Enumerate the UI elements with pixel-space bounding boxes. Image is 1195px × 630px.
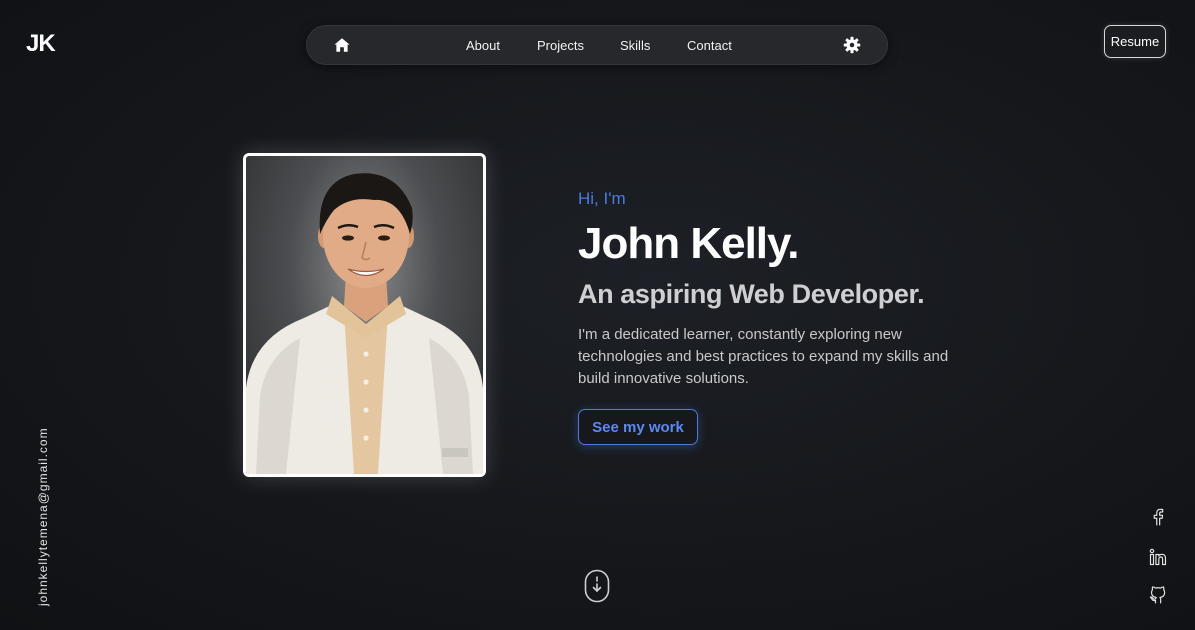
- nav-link-contact[interactable]: Contact: [687, 38, 732, 53]
- main-navbar: About Projects Skills Contact: [306, 25, 888, 65]
- email-link[interactable]: johnkellytemena@gmail.com: [36, 427, 50, 606]
- home-icon[interactable]: [333, 36, 351, 54]
- gear-icon[interactable]: [843, 36, 861, 54]
- nav-link-about[interactable]: About: [466, 38, 500, 53]
- hero-name: John Kelly.: [578, 219, 799, 268]
- resume-button[interactable]: Resume: [1104, 25, 1166, 58]
- site-logo[interactable]: JK: [26, 30, 56, 58]
- github-icon[interactable]: [1148, 585, 1168, 605]
- hero-role: An aspiring Web Developer.: [578, 279, 925, 309]
- linkedin-icon[interactable]: [1148, 547, 1168, 567]
- mouse-scroll-icon[interactable]: [584, 569, 610, 608]
- profile-photo: [243, 153, 486, 477]
- hero-greeting: Hi, I'm: [578, 189, 626, 208]
- nav-link-projects[interactable]: Projects: [537, 38, 584, 53]
- nav-link-skills[interactable]: Skills: [620, 38, 650, 53]
- see-my-work-button[interactable]: See my work: [578, 409, 698, 445]
- hero-bio: I'm a dedicated learner, constantly expl…: [578, 326, 949, 387]
- facebook-icon[interactable]: [1148, 507, 1168, 527]
